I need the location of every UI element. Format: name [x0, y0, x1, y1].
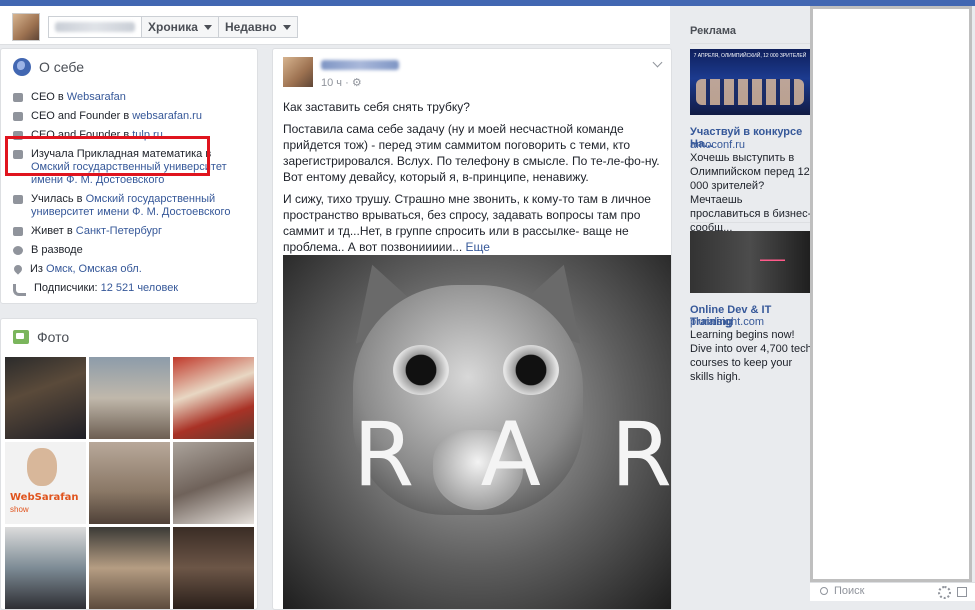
about-row-text: CEO в [31, 91, 67, 103]
about-row-text: В разводе [31, 244, 83, 256]
ad-image-decoration: ▬▬▬▬▬ [760, 257, 785, 263]
about-row-link[interactable]: Websarafan [67, 91, 126, 103]
chevron-down-icon[interactable] [652, 57, 663, 68]
about-title-text: О себе [39, 59, 85, 75]
photo-grid: WebSarafan show [5, 357, 255, 609]
globe-icon [13, 58, 31, 76]
kitten-eye [503, 345, 559, 395]
heart-icon [13, 246, 23, 255]
recent-label: Недавно [224, 20, 277, 34]
post-author-name[interactable] [321, 59, 399, 73]
ad-image[interactable]: ▬▬▬▬▬ [690, 231, 810, 293]
home-icon [13, 227, 23, 236]
graduation-cap-icon [13, 195, 23, 204]
chat-sidebar: Поиск [810, 6, 975, 601]
about-row-text: CEO and Founder в [31, 110, 133, 122]
globe-icon: ⚙ [351, 77, 362, 89]
ad-domain[interactable]: pluralsight.com [690, 316, 764, 328]
about-row-education: Училась в Омский государственный универс… [13, 193, 249, 219]
about-row-lives: Живет в Санкт-Петербург [13, 225, 249, 238]
about-title: О себе [13, 58, 84, 76]
about-row-work: CEO в Websarafan [13, 91, 249, 104]
highlight-box [5, 136, 210, 176]
about-card: О себе CEO в Websarafan CEO and Founder … [0, 48, 258, 304]
timeline-dropdown[interactable]: Хроника [141, 16, 219, 38]
post-text: Как заставить себя снять трубку? Постави… [283, 99, 661, 261]
photo-thumbnail[interactable] [89, 357, 170, 439]
photos-title[interactable]: Фото [13, 329, 69, 345]
ad-image-people [696, 79, 804, 105]
photo-thumbnail[interactable] [173, 527, 254, 609]
ad-image[interactable]: 7 АПРЕЛЯ, ОЛИМПИЙСКИЙ, 12 000 ЗРИТЕЛЕЙ [690, 49, 810, 115]
post-author-avatar[interactable] [283, 57, 313, 87]
about-row-relationship: В разводе [13, 244, 249, 257]
about-row-text: Подписчики: [34, 282, 101, 294]
blurred-author [321, 60, 399, 70]
blurred-name [55, 22, 135, 32]
about-row-text: Живет в [31, 225, 76, 237]
about-row-work: CEO and Founder в websarafan.ru [13, 110, 249, 123]
photo-face [27, 448, 57, 486]
chevron-down-icon [282, 24, 291, 30]
post-timestamp[interactable]: 10 ч · ⚙ [321, 76, 362, 89]
about-list: CEO в Websarafan CEO and Founder в websa… [12, 91, 249, 302]
about-row-link[interactable]: websarafan.ru [132, 110, 202, 122]
photo-thumbnail[interactable] [5, 527, 86, 609]
breadcrumb: Хроника Недавно [48, 16, 298, 38]
post-image[interactable]: RAR [283, 255, 671, 609]
see-more-link[interactable]: Еще [466, 240, 490, 254]
websarafan-logo-sub: show [10, 505, 29, 514]
about-row-link[interactable]: Омск, Омская обл. [46, 263, 142, 275]
chat-search-bar[interactable]: Поиск [810, 582, 975, 601]
photo-thumbnail[interactable] [173, 442, 254, 524]
gear-icon[interactable] [938, 586, 951, 599]
about-row-from: Из Омск, Омская обл. [12, 263, 249, 276]
timeline-label: Хроника [148, 20, 198, 34]
profile-avatar[interactable] [12, 13, 40, 41]
post-time-text: 10 ч · [321, 77, 352, 89]
about-row-text: Из [30, 263, 47, 275]
divider [690, 43, 810, 44]
image-caption-text: RAR [353, 403, 671, 506]
about-row-link[interactable]: 12 521 человек [101, 282, 179, 294]
briefcase-icon [13, 93, 23, 102]
compose-icon[interactable] [957, 587, 967, 597]
ad-image-header: 7 АПРЕЛЯ, ОЛИМПИЙСКИЙ, 12 000 ЗРИТЕЛЕЙ [693, 53, 807, 59]
about-row-link[interactable]: Санкт-Петербург [76, 225, 162, 237]
briefcase-icon [13, 112, 23, 121]
ad-domain[interactable]: amoconf.ru [690, 139, 745, 151]
divider [690, 222, 810, 223]
photo-thumbnail[interactable] [89, 442, 170, 524]
post-paragraph: И сижу, тихо трушу. Страшно мне звонить,… [283, 191, 661, 255]
photos-card: Фото WebSarafan show [0, 318, 258, 610]
location-pin-icon [12, 263, 24, 275]
feed-post: 10 ч · ⚙ Как заставить себя снять трубку… [272, 48, 672, 610]
photos-title-text: Фото [37, 329, 70, 345]
chat-search-input[interactable]: Поиск [834, 585, 864, 597]
about-row-text: Училась в [31, 193, 86, 205]
post-paragraph: Как заставить себя снять трубку? [283, 100, 470, 114]
photo-thumbnail[interactable] [5, 357, 86, 439]
photo-thumbnail[interactable] [173, 357, 254, 439]
photo-thumbnail[interactable]: WebSarafan show [5, 442, 86, 524]
kitten-eye [393, 345, 449, 395]
recent-dropdown[interactable]: Недавно [217, 16, 298, 38]
ads-title: Реклама [690, 25, 737, 37]
about-row-followers: Подписчики: 12 521 человек [13, 282, 249, 296]
websarafan-logo: WebSarafan [10, 492, 79, 503]
chevron-down-icon [203, 24, 212, 30]
rss-icon [13, 284, 26, 296]
chat-contacts-panel [810, 6, 972, 582]
profile-name-crumb[interactable] [48, 16, 142, 38]
photo-thumbnail[interactable] [89, 527, 170, 609]
photo-icon [13, 330, 29, 344]
ads-column: Реклама 7 АПРЕЛЯ, ОЛИМПИЙСКИЙ, 12 000 ЗР… [680, 6, 812, 594]
ad-text: Learning begins now! Dive into over 4,70… [690, 329, 812, 383]
profile-header: Хроника Недавно [0, 6, 670, 45]
post-paragraph: Поставила сама себе задачу (ну и моей не… [283, 122, 660, 184]
